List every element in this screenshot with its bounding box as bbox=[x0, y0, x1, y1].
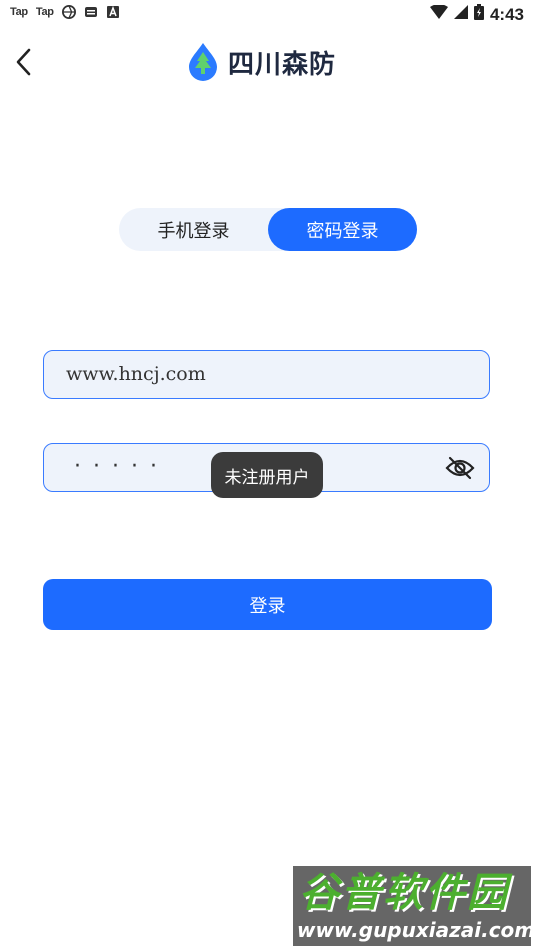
message-icon bbox=[84, 5, 98, 19]
watermark-url: www.gupuxiazai.com bbox=[297, 918, 531, 942]
status-left: Tap Tap bbox=[10, 5, 120, 19]
status-right: 4:43 bbox=[429, 4, 524, 25]
signal-icon bbox=[453, 5, 468, 24]
watermark-title: 谷普软件园 bbox=[299, 870, 509, 916]
battery-icon bbox=[473, 4, 484, 25]
login-mode-tabs: 手机登录 密码登录 bbox=[119, 208, 417, 251]
status-bar: Tap Tap 4:43 bbox=[0, 0, 534, 28]
toast-message: 未注册用户 bbox=[211, 452, 323, 498]
chevron-left-icon bbox=[16, 48, 31, 76]
tree-drop-logo bbox=[189, 43, 217, 81]
page-title: 四川森防 bbox=[228, 49, 337, 80]
tab-password-login[interactable]: 密码登录 bbox=[268, 208, 417, 251]
eye-off-icon bbox=[445, 456, 475, 480]
taptap-app-icon-2: Tap bbox=[35, 6, 54, 18]
status-time: 4:43 bbox=[489, 4, 524, 24]
username-input[interactable] bbox=[66, 351, 426, 397]
wifi-icon bbox=[429, 4, 448, 24]
brand: 四川森防 bbox=[186, 42, 336, 82]
password-mask[interactable]: ····· bbox=[74, 454, 169, 479]
back-button[interactable] bbox=[8, 44, 38, 80]
aperture-icon bbox=[61, 5, 76, 19]
a-badge-icon bbox=[106, 5, 120, 19]
username-field[interactable] bbox=[43, 350, 490, 399]
taptap-app-icon: Tap bbox=[10, 6, 28, 18]
toggle-password-visibility-button[interactable] bbox=[445, 454, 475, 482]
watermark: 谷普软件园 www.gupuxiazai.com bbox=[293, 866, 531, 946]
tab-phone-login[interactable]: 手机登录 bbox=[119, 208, 268, 251]
login-button[interactable]: 登录 bbox=[43, 579, 492, 630]
app-header: 四川森防 bbox=[0, 36, 534, 88]
